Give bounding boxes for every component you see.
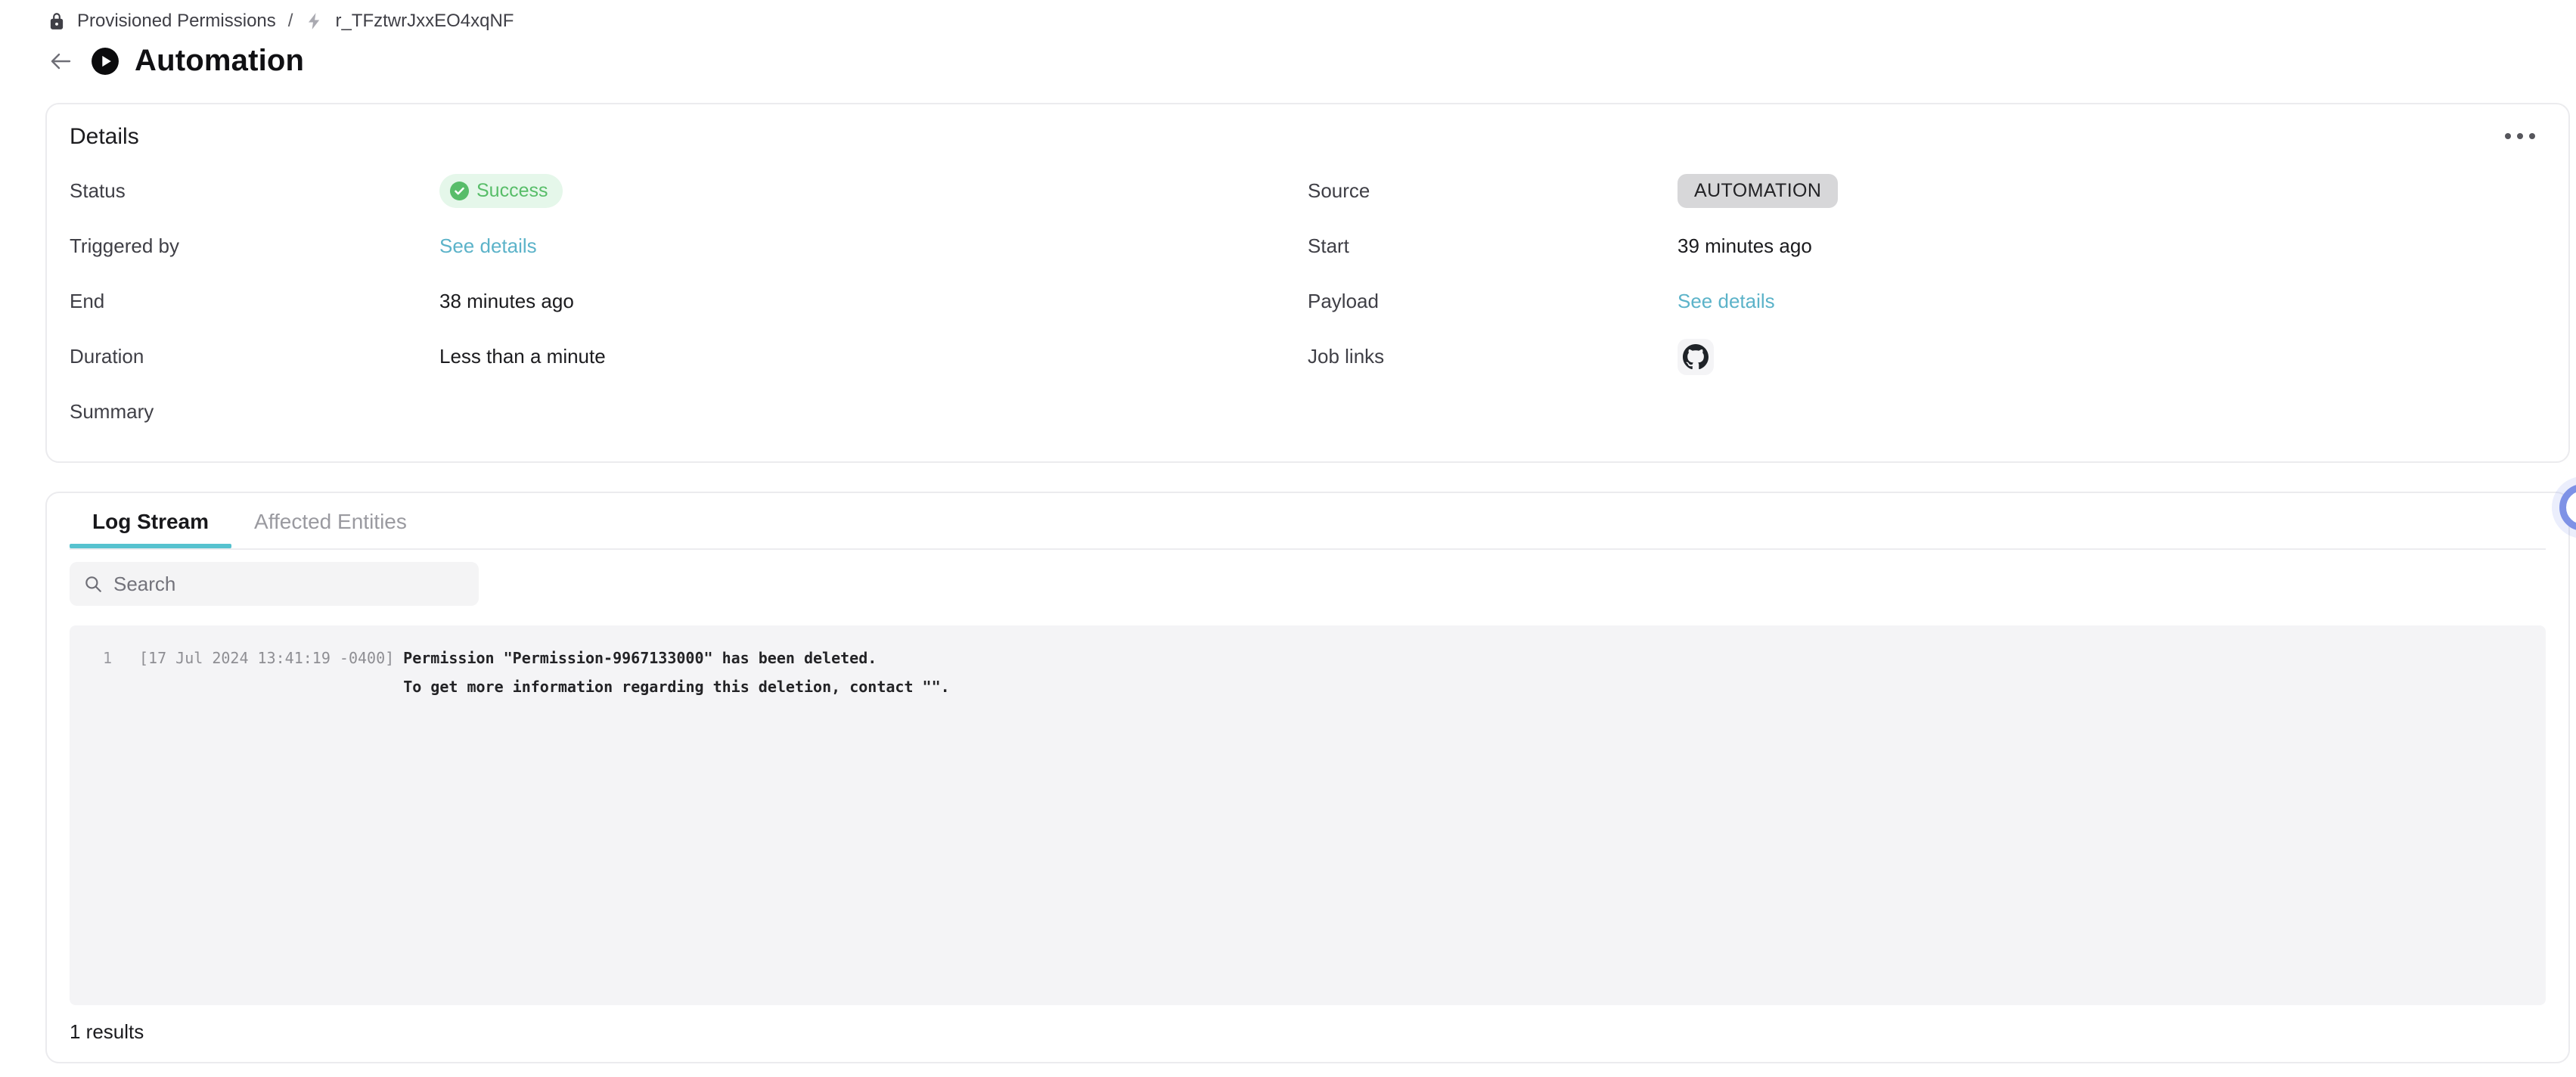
source-badge: AUTOMATION [1678, 174, 1838, 208]
end-label: End [70, 290, 439, 313]
results-count: 1 results [70, 1020, 2546, 1044]
details-right-column: Source AUTOMATION Start 39 minutes ago P… [1308, 163, 2546, 439]
log-stream-panel[interactable]: 1 [17 Jul 2024 13:41:19 -0400] Permission… [70, 625, 2546, 1005]
tab-log-stream[interactable]: Log Stream [70, 493, 231, 548]
detail-row-duration: Duration Less than a minute [70, 329, 1308, 384]
detail-row-status: Status Success [70, 163, 1308, 219]
status-badge-label: Success [476, 180, 548, 202]
log-card: Log Stream Affected Entities 1 [17 Jul 2… [45, 492, 2570, 1063]
end-value: 38 minutes ago [439, 290, 574, 313]
log-search[interactable] [70, 562, 479, 606]
job-links-label: Job links [1308, 345, 1678, 368]
details-grid: Status Success Triggered by See details … [70, 163, 2546, 439]
duration-label: Duration [70, 345, 439, 368]
summary-label: Summary [70, 400, 439, 424]
play-circle-icon [91, 47, 119, 76]
details-card: Details Status Success Triggered by S [45, 103, 2570, 463]
duration-value: Less than a minute [439, 345, 606, 368]
detail-row-start: Start 39 minutes ago [1308, 219, 2546, 274]
detail-row-payload: Payload See details [1308, 274, 2546, 329]
log-timestamp: [17 Jul 2024 13:41:19 -0400] [139, 649, 394, 667]
triggered-by-see-details-link[interactable]: See details [439, 234, 537, 258]
log-line-text: To get more information regarding this d… [139, 672, 950, 701]
payload-label: Payload [1308, 290, 1678, 313]
title-bar: Automation [45, 44, 304, 78]
breadcrumb-run-id: r_TFztwrJxxEO4xqNF [335, 11, 514, 32]
github-icon [1683, 344, 1709, 370]
log-line-text: [17 Jul 2024 13:41:19 -0400] Permission "… [139, 644, 877, 672]
bolt-icon [305, 11, 324, 31]
back-arrow-icon[interactable] [45, 46, 76, 76]
search-input[interactable] [113, 573, 465, 596]
tab-affected-entities[interactable]: Affected Entities [231, 493, 430, 548]
detail-row-source: Source AUTOMATION [1308, 163, 2546, 219]
search-icon [83, 574, 103, 594]
triggered-by-label: Triggered by [70, 234, 439, 258]
breadcrumb-section[interactable]: Provisioned Permissions [77, 11, 276, 32]
log-line-1: 1 [17 Jul 2024 13:41:19 -0400] Permission… [70, 644, 2546, 672]
log-message-continued: To get more information regarding this d… [403, 678, 949, 696]
detail-row-job-links: Job links [1308, 329, 2546, 384]
detail-row-summary: Summary [70, 384, 1308, 439]
start-label: Start [1308, 234, 1678, 258]
payload-see-details-link[interactable]: See details [1678, 290, 1775, 313]
details-card-title: Details [70, 124, 2546, 150]
detail-row-triggered-by: Triggered by See details [70, 219, 1308, 274]
detail-row-end: End 38 minutes ago [70, 274, 1308, 329]
details-left-column: Status Success Triggered by See details … [70, 163, 1308, 439]
source-label: Source [1308, 179, 1678, 203]
breadcrumb-separator: / [287, 11, 295, 32]
lock-icon [47, 11, 67, 31]
breadcrumb: Provisioned Permissions / r_TFztwrJxxEO4… [47, 11, 514, 32]
log-line-number: 1 [70, 644, 112, 672]
status-badge: Success [439, 174, 563, 208]
log-message: Permission "Permission-9967133000" has b… [403, 649, 877, 667]
log-line-number [70, 672, 112, 701]
log-line-2: To get more information regarding this d… [70, 672, 2546, 701]
start-value: 39 minutes ago [1678, 234, 1812, 258]
tabs: Log Stream Affected Entities [70, 493, 2546, 550]
github-link-button[interactable] [1678, 339, 1714, 375]
page-title: Automation [135, 44, 304, 78]
status-label: Status [70, 179, 439, 203]
check-circle-icon [450, 182, 469, 200]
more-options-button[interactable] [2499, 127, 2541, 145]
